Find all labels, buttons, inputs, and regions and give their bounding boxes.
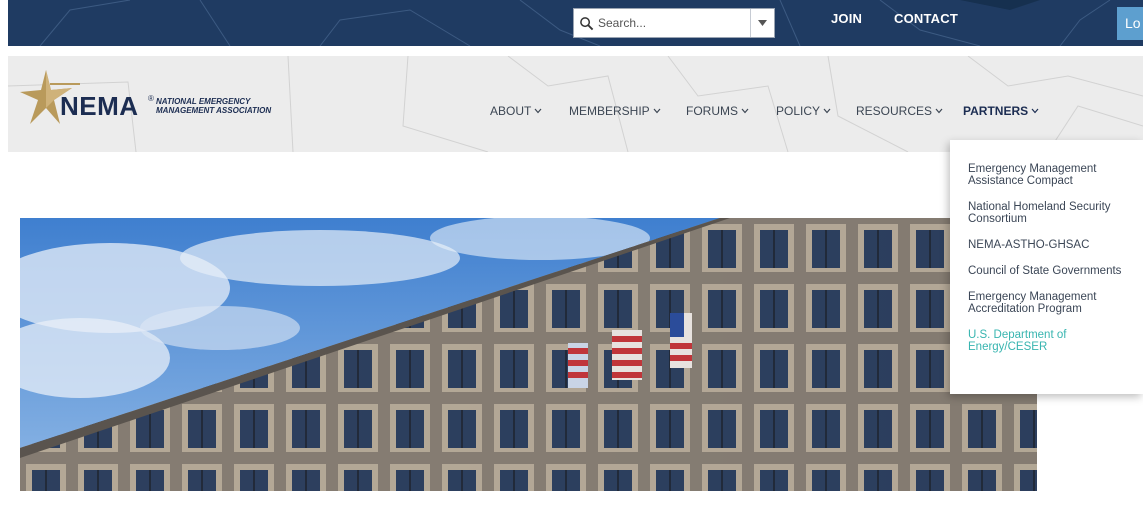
- nav-item-forums[interactable]: FORUMS: [686, 104, 749, 118]
- nav-item-label: ABOUT: [490, 104, 532, 118]
- nav-item-partners[interactable]: PARTNERS: [963, 104, 1039, 118]
- partners-dropdown-menu: Emergency Management Assistance Compact …: [950, 140, 1143, 394]
- login-button[interactable]: Lo: [1117, 7, 1143, 40]
- menu-item-line: NEMA-ASTHO-GHSAC: [968, 239, 1090, 251]
- search-dropdown-button[interactable]: [750, 9, 774, 37]
- menu-item-line: Accreditation Program: [968, 303, 1082, 315]
- nav-item-about[interactable]: ABOUT: [490, 104, 542, 118]
- contact-link[interactable]: CONTACT: [894, 11, 958, 26]
- nav-item-label: RESOURCES: [856, 104, 933, 118]
- registered-mark: ®: [148, 94, 154, 103]
- search-input[interactable]: [598, 10, 748, 36]
- search-box[interactable]: [573, 8, 775, 38]
- nav-item-resources[interactable]: RESOURCES: [856, 104, 943, 118]
- menu-item-line: U.S. Department of: [968, 329, 1067, 341]
- logo-subtitle-line2: MANAGEMENT ASSOCIATION: [156, 106, 272, 115]
- join-link[interactable]: JOIN: [831, 11, 862, 26]
- building-photo: [20, 218, 1037, 491]
- menu-item-emac[interactable]: Emergency Management Assistance Compact: [950, 163, 1143, 187]
- logo-subtitle: NATIONAL EMERGENCY MANAGEMENT ASSOCIATIO…: [156, 97, 271, 115]
- chevron-down-icon: [1031, 108, 1039, 114]
- menu-item-emap[interactable]: Emergency Management Accreditation Progr…: [950, 291, 1143, 315]
- map-background: [0, 0, 1143, 46]
- logo-wordmark: NEMA: [60, 91, 139, 121]
- chevron-down-icon: [741, 108, 749, 114]
- hero-image: [20, 218, 1037, 491]
- logo-subtitle-line1: NATIONAL EMERGENCY: [156, 97, 251, 106]
- nav-item-label: MEMBERSHIP: [569, 104, 650, 118]
- menu-item-line: Council of State Governments: [968, 265, 1122, 277]
- top-bar: JOIN CONTACT Lo: [0, 0, 1143, 46]
- menu-item-doe-ceser[interactable]: U.S. Department of Energy/CESER: [950, 329, 1143, 353]
- menu-item-nema-astho-ghsac[interactable]: NEMA-ASTHO-GHSAC: [950, 239, 1143, 251]
- nav-item-label: FORUMS: [686, 104, 738, 118]
- menu-item-line: Consortium: [968, 213, 1027, 225]
- main-header: NEMA ® NATIONAL EMERGENCY MANAGEMENT ASS…: [8, 56, 1143, 152]
- menu-item-csg[interactable]: Council of State Governments: [950, 265, 1143, 277]
- chevron-down-icon: [935, 108, 943, 114]
- chevron-down-icon: [653, 108, 661, 114]
- menu-item-line: National Homeland Security: [968, 201, 1111, 213]
- chevron-down-icon: [823, 108, 831, 114]
- chevron-down-icon: [758, 20, 767, 26]
- menu-item-line: Emergency Management: [968, 291, 1097, 303]
- nav-item-membership[interactable]: MEMBERSHIP: [569, 104, 661, 118]
- chevron-down-icon: [534, 108, 542, 114]
- nav-item-policy[interactable]: POLICY: [776, 104, 831, 118]
- menu-item-line: Emergency Management: [968, 163, 1097, 175]
- menu-item-line: Energy/CESER: [968, 341, 1048, 353]
- page-edge: [0, 0, 8, 46]
- nema-logo[interactable]: NEMA ® NATIONAL EMERGENCY MANAGEMENT ASS…: [20, 70, 300, 134]
- nav-item-label: PARTNERS: [963, 104, 1029, 118]
- search-icon[interactable]: [574, 9, 598, 37]
- nav-item-label: POLICY: [776, 104, 821, 118]
- menu-item-nhsc[interactable]: National Homeland Security Consortium: [950, 201, 1143, 225]
- menu-item-line: Assistance Compact: [968, 175, 1073, 187]
